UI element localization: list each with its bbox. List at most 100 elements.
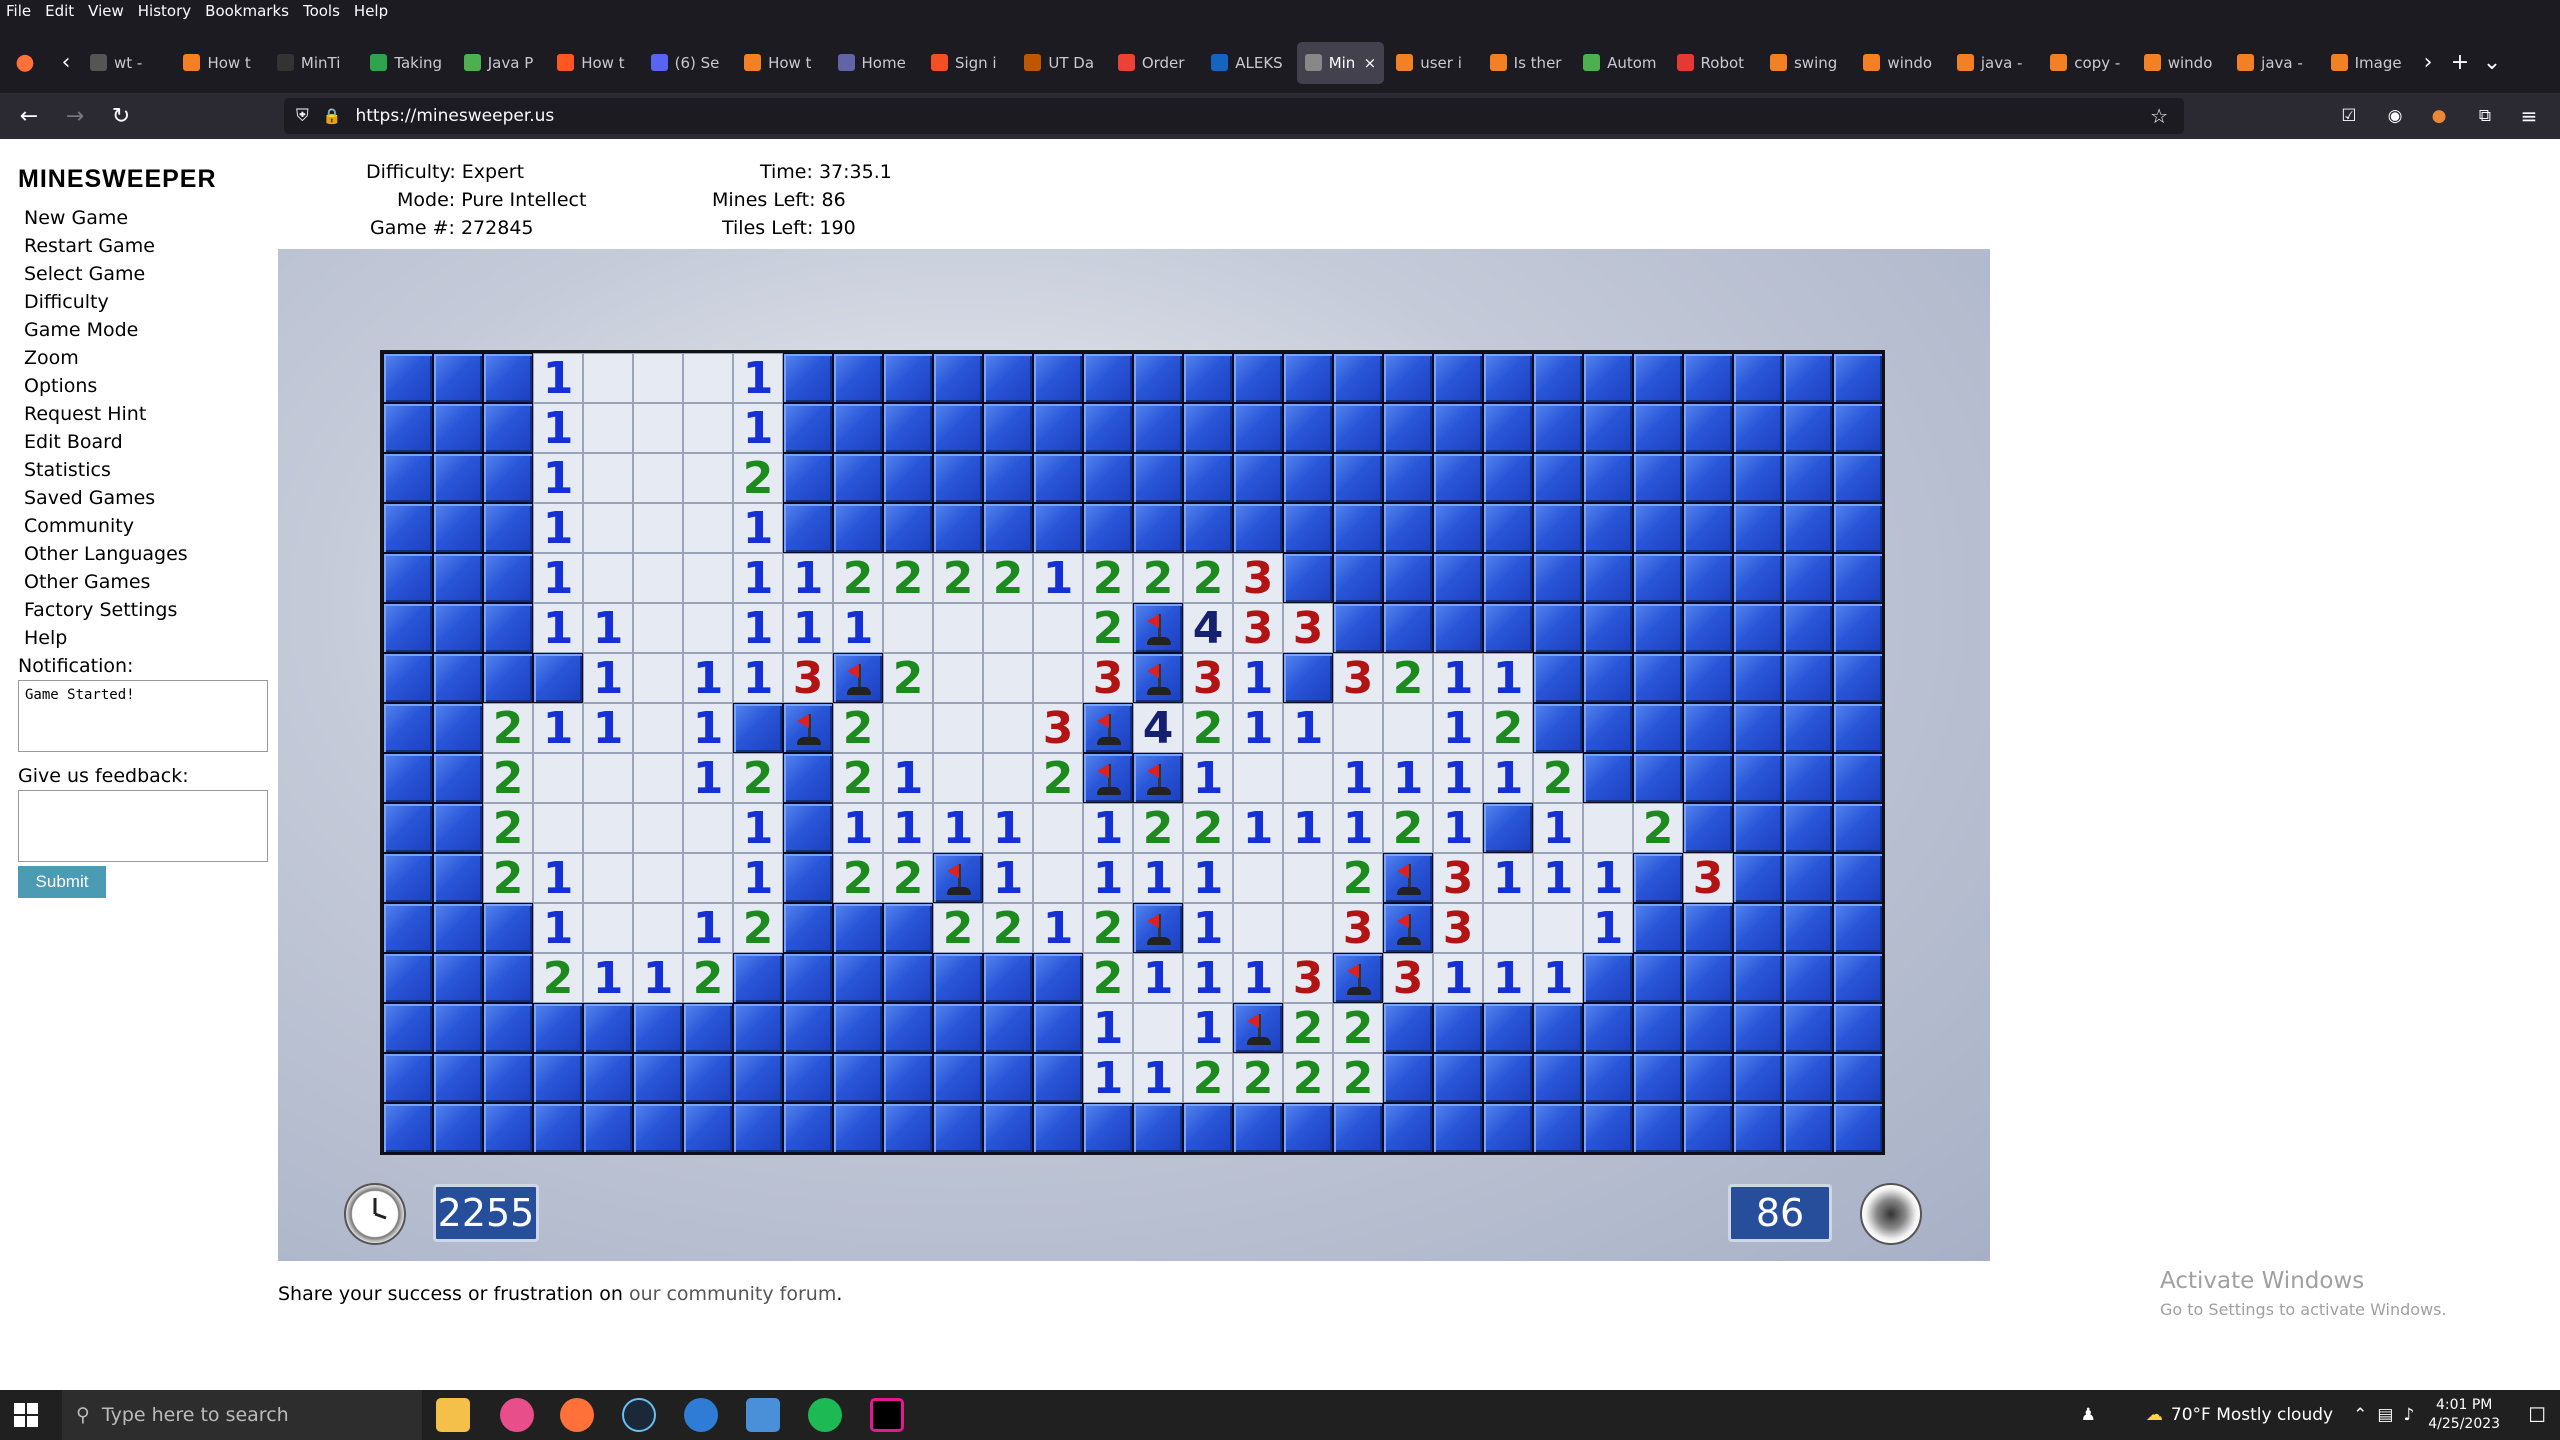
hidden-cell[interactable] [1733,1103,1783,1153]
sidebar-link-zoom[interactable]: Zoom [18,344,288,372]
hidden-cell[interactable] [483,953,533,1003]
menu-view[interactable]: View [88,2,124,20]
empty-cell[interactable] [983,603,1033,653]
sidebar-link-difficulty[interactable]: Difficulty [18,288,288,316]
hidden-cell[interactable] [533,653,583,703]
number-cell[interactable]: 2 [1083,953,1133,1004]
menu-bookmarks[interactable]: Bookmarks [205,2,289,20]
flagged-cell[interactable] [1133,753,1183,803]
hidden-cell[interactable] [1283,553,1333,603]
sidebar-link-help[interactable]: Help [18,624,288,652]
hidden-cell[interactable] [433,903,483,953]
hidden-cell[interactable] [533,1103,583,1153]
hidden-cell[interactable] [1633,653,1683,703]
number-cell[interactable]: 1 [1583,853,1633,904]
hidden-cell[interactable] [1683,653,1733,703]
number-cell[interactable]: 1 [1483,653,1533,704]
empty-cell[interactable] [633,703,683,753]
hidden-cell[interactable] [1083,453,1133,503]
number-cell[interactable]: 1 [1183,853,1233,904]
flagged-cell[interactable] [1383,903,1433,953]
bookmark-star-icon[interactable]: ☆ [2150,104,2168,128]
hidden-cell[interactable] [1183,1103,1233,1153]
hidden-cell[interactable] [783,753,833,803]
hidden-cell[interactable] [1533,1053,1583,1103]
hidden-cell[interactable] [1683,603,1733,653]
empty-cell[interactable] [633,553,683,603]
empty-cell[interactable] [683,453,733,503]
app-icon[interactable] [684,1398,718,1432]
community-forum-link[interactable]: our community forum [629,1283,836,1305]
hidden-cell[interactable] [1533,1003,1583,1053]
tab-minesweeper[interactable]: Min × [1296,41,1385,84]
hidden-cell[interactable] [1583,1053,1633,1103]
menu-edit[interactable]: Edit [45,2,74,20]
number-cell[interactable]: 2 [1183,553,1233,604]
hidden-cell[interactable] [933,1053,983,1103]
submit-button[interactable]: Submit [18,866,106,898]
number-cell[interactable]: 1 [1033,553,1083,604]
number-cell[interactable]: 1 [733,653,783,704]
hidden-cell[interactable] [783,903,833,953]
notifications-icon[interactable]: ☐ [2528,1403,2546,1427]
browser-tab[interactable]: Image [2323,42,2412,84]
extension-icon[interactable]: ● [2416,96,2462,136]
hidden-cell[interactable] [1533,353,1583,403]
hidden-cell[interactable] [1533,453,1583,503]
number-cell[interactable]: 2 [1533,753,1583,804]
empty-cell[interactable] [633,453,683,503]
new-tab-icon[interactable]: + [2444,42,2476,84]
number-cell[interactable]: 2 [1133,803,1183,854]
hidden-cell[interactable] [1483,503,1533,553]
number-cell[interactable]: 1 [1433,803,1483,854]
hidden-cell[interactable] [1083,1103,1133,1153]
hidden-cell[interactable] [1133,503,1183,553]
hidden-cell[interactable] [1433,553,1483,603]
number-cell[interactable]: 1 [1083,1053,1133,1104]
empty-cell[interactable] [1233,753,1283,803]
hidden-cell[interactable] [1633,503,1683,553]
hidden-cell[interactable] [1733,703,1783,753]
hidden-cell[interactable] [1683,1103,1733,1153]
hidden-cell[interactable] [1533,603,1583,653]
hidden-cell[interactable] [1183,353,1233,403]
browser-tab[interactable]: Sign i [923,42,1012,84]
hidden-cell[interactable] [1833,1053,1883,1103]
flagged-cell[interactable] [1133,603,1183,653]
hidden-cell[interactable] [1483,1003,1533,1053]
hidden-cell[interactable] [1783,653,1833,703]
number-cell[interactable]: 1 [983,853,1033,904]
hidden-cell[interactable] [1433,453,1483,503]
hidden-cell[interactable] [1583,353,1633,403]
hidden-cell[interactable] [1733,1003,1783,1053]
hidden-cell[interactable] [983,403,1033,453]
hidden-cell[interactable] [433,553,483,603]
hidden-cell[interactable] [833,1103,883,1153]
hidden-cell[interactable] [433,853,483,903]
hidden-cell[interactable] [883,453,933,503]
hidden-cell[interactable] [783,353,833,403]
hidden-cell[interactable] [1033,403,1083,453]
hidden-cell[interactable] [783,853,833,903]
browser-tab[interactable]: windo [2136,42,2225,84]
hidden-cell[interactable] [1383,503,1433,553]
hidden-cell[interactable] [1833,553,1883,603]
number-cell[interactable]: 1 [1333,753,1383,804]
number-cell[interactable]: 1 [783,553,833,604]
number-cell[interactable]: 2 [1183,1053,1233,1104]
hidden-cell[interactable] [1783,503,1833,553]
hidden-cell[interactable] [1833,1103,1883,1153]
hidden-cell[interactable] [1833,753,1883,803]
number-cell[interactable]: 1 [733,853,783,904]
hidden-cell[interactable] [783,453,833,503]
hidden-cell[interactable] [483,503,533,553]
hidden-cell[interactable] [1033,1003,1083,1053]
hidden-cell[interactable] [633,1103,683,1153]
empty-cell[interactable] [933,753,983,803]
hidden-cell[interactable] [1533,403,1583,453]
sidebar-link-edit-board[interactable]: Edit Board [18,428,288,456]
number-cell[interactable]: 1 [683,753,733,804]
number-cell[interactable]: 1 [533,553,583,604]
url-text[interactable]: https://minesweeper.us [355,106,554,126]
hidden-cell[interactable] [1633,853,1683,903]
